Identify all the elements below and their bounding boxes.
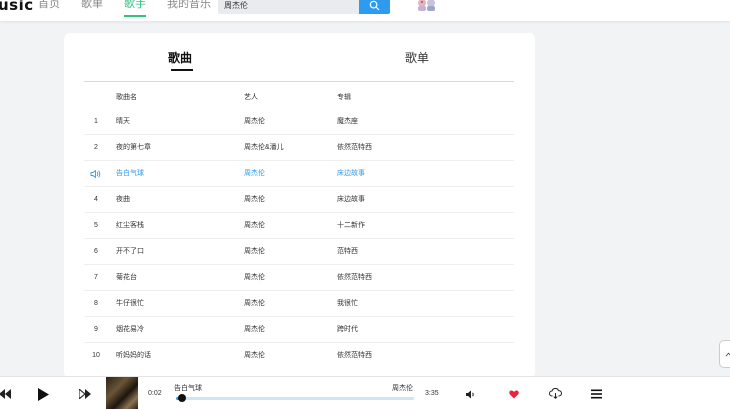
table-row[interactable]: 8 牛仔很忙 周杰伦 我很忙 (84, 291, 514, 317)
row-album[interactable]: 床边故事 (337, 161, 365, 187)
search-results-card: 歌曲 歌单 歌曲名 艺人 专辑 1 晴天 周杰伦 魔杰座 2 夜的第七章 周杰伦… (64, 33, 535, 378)
row-index: 4 (94, 196, 98, 203)
row-index: 5 (94, 222, 98, 229)
nav-item-singers[interactable]: 歌手 (124, 0, 146, 17)
row-song-name[interactable]: 夜的第七章 (116, 135, 151, 161)
row-song-name[interactable]: 开不了口 (116, 239, 144, 265)
volume-icon (466, 390, 474, 398)
play-button[interactable] (36, 386, 50, 402)
table-row[interactable]: 9 烟花易冷 周杰伦 跨时代 (84, 317, 514, 343)
back-to-top-button[interactable] (719, 340, 730, 368)
row-index: 10 (92, 352, 100, 359)
row-song-name[interactable]: 烟花易冷 (116, 317, 144, 343)
volume-button[interactable] (465, 388, 477, 400)
nav-item-my-music[interactable]: 我的音乐 (167, 0, 211, 12)
row-artist[interactable]: 周杰伦 (244, 239, 265, 265)
row-index: 6 (94, 248, 98, 255)
row-index: 2 (94, 144, 98, 151)
tab-divider (84, 81, 514, 82)
row-artist[interactable]: 周杰伦 (244, 187, 265, 213)
row-artist[interactable]: 周杰伦 (244, 265, 265, 291)
row-album[interactable]: 魔杰座 (337, 109, 358, 135)
nav-item-playlists[interactable]: 歌单 (81, 0, 103, 12)
table-row[interactable]: 2 夜的第七章 周杰伦&潘儿 依然范特西 (84, 135, 514, 161)
row-artist[interactable]: 周杰伦&潘儿 (244, 135, 284, 161)
previous-track-button[interactable] (0, 387, 12, 401)
player-bar: 0:02 告白气球 周杰伦 3:35 (0, 376, 730, 410)
table-row[interactable]: 1 晴天 周杰伦 魔杰座 (84, 109, 514, 135)
row-index: 1 (94, 118, 98, 125)
column-header-name: 歌曲名 (116, 94, 137, 101)
play-icon (37, 387, 49, 401)
search-button[interactable] (359, 0, 390, 14)
playlist-button[interactable] (590, 388, 602, 400)
tab-songs[interactable]: 歌曲 (168, 49, 192, 66)
row-song-name[interactable]: 听妈妈的话 (116, 343, 151, 369)
row-song-name[interactable]: 晴天 (116, 109, 130, 135)
row-album[interactable]: 依然范特西 (337, 343, 372, 369)
progress-bar[interactable] (176, 394, 414, 402)
row-album[interactable]: 十二新作 (337, 213, 365, 239)
search-input[interactable]: 周杰伦 (218, 0, 360, 14)
row-album[interactable]: 我很忙 (337, 291, 358, 317)
top-bar: usic 首页 歌单 歌手 我的音乐 周杰伦 (0, 0, 730, 21)
row-album[interactable]: 范特西 (337, 239, 358, 265)
now-playing-artist: 周杰伦 (392, 385, 413, 392)
row-index: 9 (94, 326, 98, 333)
row-album[interactable]: 床边故事 (337, 187, 365, 213)
table-row[interactable]: 7 菊花台 周杰伦 依然范特西 (84, 265, 514, 291)
row-album[interactable]: 依然范特西 (337, 265, 372, 291)
row-artist[interactable]: 周杰伦 (244, 343, 265, 369)
total-time: 3:35 (425, 390, 439, 397)
next-icon (79, 389, 91, 399)
album-cover[interactable] (106, 377, 138, 409)
row-artist[interactable]: 周杰伦 (244, 161, 265, 187)
table-header: 歌曲名 艺人 专辑 (84, 91, 514, 105)
row-song-name[interactable]: 牛仔很忙 (116, 291, 144, 317)
row-artist[interactable]: 周杰伦 (244, 213, 265, 239)
download-icon (548, 388, 562, 399)
prev-icon (0, 389, 11, 399)
row-index: 7 (94, 274, 98, 281)
row-album[interactable]: 依然范特西 (337, 135, 372, 161)
row-artist[interactable]: 周杰伦 (244, 291, 265, 317)
table-row-playing[interactable]: 告白气球 周杰伦 床边故事 (84, 161, 514, 187)
avatar-icon[interactable] (415, 0, 439, 11)
table-row[interactable]: 4 夜曲 周杰伦 床边故事 (84, 187, 514, 213)
now-playing-title: 告白气球 (174, 385, 202, 392)
main-nav: 首页 歌单 歌手 我的音乐 (38, 0, 232, 17)
heart-icon (508, 390, 519, 398)
app-logo[interactable]: usic (0, 0, 34, 14)
row-song-name[interactable]: 红尘客栈 (116, 213, 144, 239)
tab-active-underline (171, 69, 193, 71)
row-artist[interactable]: 周杰伦 (244, 317, 265, 343)
row-index: 8 (94, 300, 98, 307)
download-button[interactable] (548, 387, 562, 400)
column-header-album: 专辑 (337, 94, 351, 101)
now-playing-icon (84, 169, 108, 179)
next-track-button[interactable] (78, 387, 92, 401)
row-song-name[interactable]: 菊花台 (116, 265, 137, 291)
tab-playlists[interactable]: 歌单 (405, 49, 429, 66)
playlist-icon (590, 389, 602, 399)
table-row[interactable]: 10 听妈妈的话 周杰伦 依然范特西 (84, 343, 514, 369)
row-song-name[interactable]: 告白气球 (116, 161, 144, 187)
column-header-artist: 艺人 (244, 94, 258, 101)
nav-item-home[interactable]: 首页 (38, 0, 60, 12)
table-row[interactable]: 6 开不了口 周杰伦 范特西 (84, 239, 514, 265)
table-row[interactable]: 5 红尘客栈 周杰伦 十二新作 (84, 213, 514, 239)
current-time: 0:02 (148, 390, 162, 397)
row-artist[interactable]: 周杰伦 (244, 109, 265, 135)
chevron-up-icon (725, 352, 730, 357)
like-button[interactable] (507, 388, 520, 400)
search-icon (369, 0, 380, 11)
row-album[interactable]: 跨时代 (337, 317, 358, 343)
progress-handle[interactable] (178, 394, 186, 402)
row-song-name[interactable]: 夜曲 (116, 187, 130, 213)
